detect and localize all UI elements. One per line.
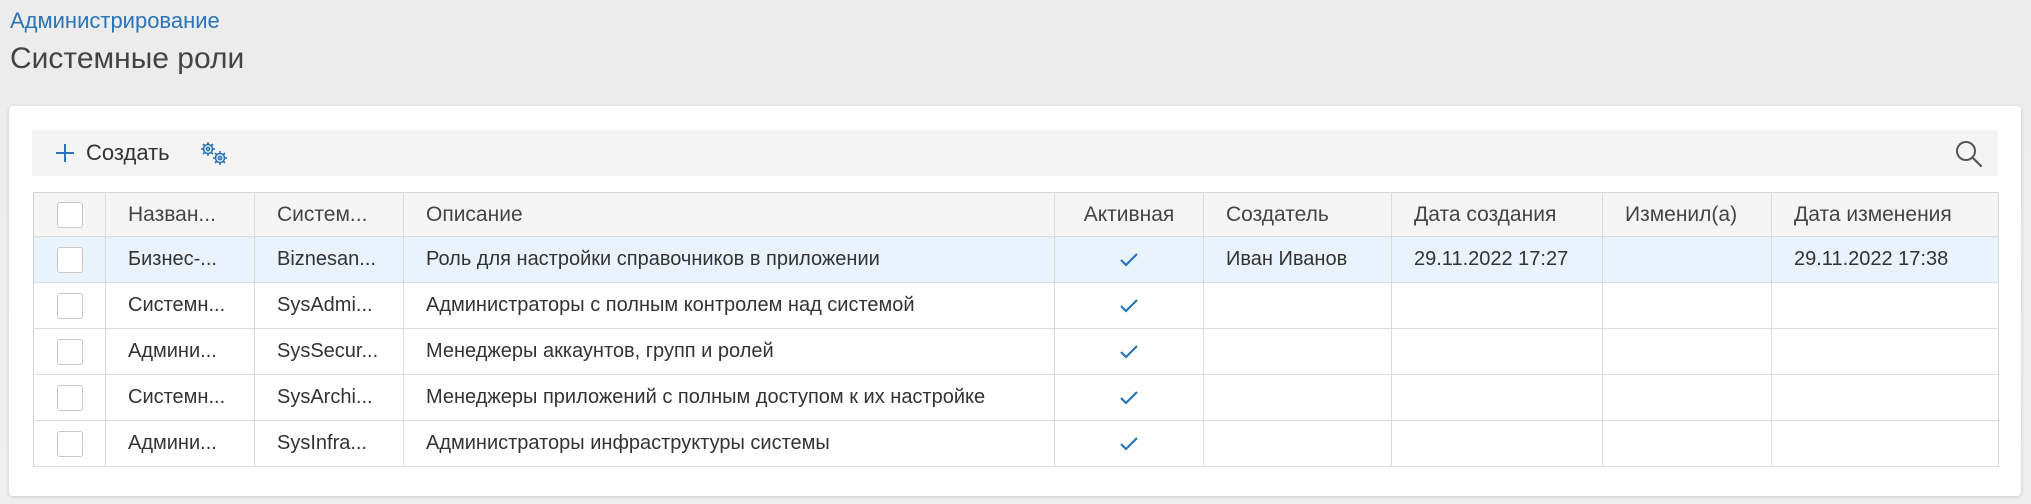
cell-created-date — [1391, 420, 1603, 467]
column-header-system-name[interactable]: Систем... — [254, 192, 404, 237]
search-icon — [1956, 141, 1983, 168]
cell-system-name: SysSecur... — [254, 328, 404, 375]
check-icon — [1120, 436, 1138, 451]
cell-name: Бизнес-... — [105, 236, 255, 283]
cell-modified-date — [1771, 374, 1999, 421]
page-title: Системные роли — [10, 42, 245, 75]
row-checkbox[interactable] — [56, 338, 83, 365]
table-row[interactable]: Бизнес-... Biznesan... Роль для настройк… — [33, 236, 1999, 283]
row-select-cell — [33, 328, 106, 375]
cell-active — [1054, 282, 1204, 329]
toolbar: Создать — [32, 130, 1998, 176]
cell-active — [1054, 374, 1204, 421]
cell-created-date: 29.11.2022 17:27 — [1391, 236, 1603, 283]
cell-name: Системн... — [105, 282, 255, 329]
row-checkbox[interactable] — [56, 292, 83, 319]
cell-modified-date: 29.11.2022 17:38 — [1771, 236, 1999, 283]
cell-modified-by — [1602, 328, 1772, 375]
settings-button[interactable] — [197, 139, 233, 169]
cell-creator — [1203, 328, 1392, 375]
row-select-cell — [33, 236, 106, 283]
cell-modified-date — [1771, 420, 1999, 467]
check-icon — [1120, 252, 1138, 267]
cell-creator — [1203, 374, 1392, 421]
table-row[interactable]: Админи... SysSecur... Менеджеры аккаунто… — [33, 328, 1999, 375]
row-checkbox[interactable] — [56, 246, 83, 273]
row-checkbox[interactable] — [56, 384, 83, 411]
cell-active — [1054, 328, 1204, 375]
cell-description: Администраторы с полным контролем над си… — [403, 282, 1055, 329]
column-header-creator[interactable]: Создатель — [1203, 192, 1392, 237]
cell-created-date — [1391, 374, 1603, 421]
row-select-cell — [33, 282, 106, 329]
cell-system-name: Biznesan... — [254, 236, 404, 283]
column-header-name[interactable]: Назван... — [105, 192, 255, 237]
check-icon — [1120, 298, 1138, 313]
cell-modified-by — [1602, 374, 1772, 421]
check-icon — [1120, 390, 1138, 405]
cell-modified-date — [1771, 282, 1999, 329]
column-header-active[interactable]: Активная — [1054, 192, 1204, 237]
plus-icon — [56, 144, 74, 162]
check-icon — [1120, 344, 1138, 359]
table-row[interactable]: Админи... SysInfra... Администраторы инф… — [33, 420, 1999, 467]
roles-panel: Создать Назван... Систем... Описание Акт… — [9, 106, 2021, 496]
cell-description: Администраторы инфраструктуры системы — [403, 420, 1055, 467]
row-select-cell — [33, 374, 106, 421]
cell-system-name: SysAdmi... — [254, 282, 404, 329]
column-header-modified-by[interactable]: Изменил(а) — [1602, 192, 1772, 237]
select-all-cell — [33, 192, 106, 237]
cell-system-name: SysArchi... — [254, 374, 404, 421]
cell-creator — [1203, 282, 1392, 329]
column-header-modified-date[interactable]: Дата изменения — [1771, 192, 1999, 237]
cell-description: Менеджеры аккаунтов, групп и ролей — [403, 328, 1055, 375]
row-select-cell — [33, 420, 106, 467]
cell-created-date — [1391, 282, 1603, 329]
create-button[interactable]: Создать — [54, 137, 170, 169]
cell-description: Роль для настройки справочников в прилож… — [403, 236, 1055, 283]
cell-modified-by — [1602, 236, 1772, 283]
breadcrumb-administration[interactable]: Администрирование — [10, 8, 220, 34]
cell-created-date — [1391, 328, 1603, 375]
column-header-description[interactable]: Описание — [403, 192, 1055, 237]
table-row[interactable]: Системн... SysAdmi... Администраторы с п… — [33, 282, 1999, 329]
cell-name: Системн... — [105, 374, 255, 421]
cell-active — [1054, 236, 1204, 283]
gears-icon — [201, 142, 227, 165]
cell-name: Админи... — [105, 420, 255, 467]
create-button-label: Создать — [86, 140, 170, 165]
roles-table: Назван... Систем... Описание Активная Со… — [33, 192, 1999, 467]
cell-creator — [1203, 420, 1392, 467]
cell-system-name: SysInfra... — [254, 420, 404, 467]
cell-name: Админи... — [105, 328, 255, 375]
table-header-row: Назван... Систем... Описание Активная Со… — [33, 192, 1999, 237]
cell-creator: Иван Иванов — [1203, 236, 1392, 283]
cell-modified-by — [1602, 282, 1772, 329]
select-all-checkbox[interactable] — [56, 201, 83, 228]
cell-description: Менеджеры приложений с полным доступом к… — [403, 374, 1055, 421]
table-row[interactable]: Системн... SysArchi... Менеджеры приложе… — [33, 374, 1999, 421]
column-header-created-date[interactable]: Дата создания — [1391, 192, 1603, 237]
cell-active — [1054, 420, 1204, 467]
cell-modified-by — [1602, 420, 1772, 467]
cell-modified-date — [1771, 328, 1999, 375]
search-button[interactable] — [1954, 139, 1984, 169]
row-checkbox[interactable] — [56, 430, 83, 457]
